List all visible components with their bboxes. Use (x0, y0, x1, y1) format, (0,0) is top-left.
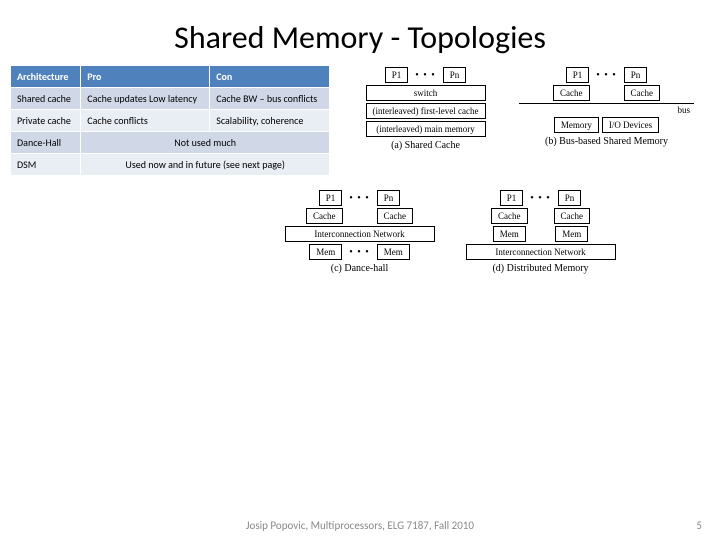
th-architecture: Architecture (11, 66, 81, 88)
table-row: Dance-Hall Not used much (11, 132, 330, 154)
cell-pro: Cache conflicts (81, 110, 210, 132)
cache-box: Cache (491, 208, 528, 224)
mem-box: Mem (309, 244, 342, 260)
proc-box: Pn (377, 190, 401, 206)
proc-box: P1 (566, 67, 590, 83)
table-row: DSM Used now and in future (see next pag… (11, 154, 330, 176)
cell-arch: Dance-Hall (11, 132, 81, 154)
cache-box: (interleaved) first-level cache (366, 103, 486, 119)
proc-box: Pn (443, 67, 467, 83)
cache-box: Cache (624, 85, 661, 101)
cell-con: Cache BW – bus conflicts (210, 88, 330, 110)
memory-box: (interleaved) main memory (366, 121, 486, 137)
diagrams-bottom: P1 • • • Pn Cache Cache Interconnection … (0, 188, 720, 274)
page-number: 5 (696, 519, 702, 532)
table-container: Architecture Pro Con Shared cache Cache … (10, 65, 330, 176)
proc-box: Pn (558, 190, 582, 206)
proc-box: P1 (319, 190, 343, 206)
mem-box: Mem (377, 244, 410, 260)
cache-box: Cache (377, 208, 414, 224)
ellipsis-icon: • • • (345, 247, 374, 258)
diagram-caption: (d) Distributed Memory (453, 263, 628, 274)
cell-merged: Used now and in future (see next page) (81, 154, 330, 176)
proc-box: Pn (624, 67, 648, 83)
architecture-table: Architecture Pro Con Shared cache Cache … (10, 65, 330, 176)
ellipsis-icon: • • • (592, 70, 621, 81)
diagram-dance-hall: P1 • • • Pn Cache Cache Interconnection … (272, 188, 447, 274)
diagrams-top: P1 • • • Pn switch (interleaved) first-l… (330, 65, 710, 176)
cell-pro: Cache updates Low latency (81, 88, 210, 110)
mem-box: Mem (555, 226, 588, 242)
th-con: Con (210, 66, 330, 88)
cell-con: Scalability, coherence (210, 110, 330, 132)
diagram-bus-based: P1 • • • Pn Cache Cache bus Memory I/O D… (519, 65, 694, 151)
ellipsis-icon: • • • (345, 193, 374, 204)
diagram-shared-cache: P1 • • • Pn switch (interleaved) first-l… (338, 65, 513, 151)
th-pro: Pro (81, 66, 210, 88)
cache-box: Cache (306, 208, 343, 224)
content-area: Architecture Pro Con Shared cache Cache … (0, 65, 720, 176)
footer-text: Josip Popovic, Multiprocessors, ELG 7187… (0, 519, 720, 532)
diagram-caption: (c) Dance-hall (272, 263, 447, 274)
slide-title: Shared Memory - Topologies (0, 0, 720, 65)
network-box: Interconnection Network (285, 226, 435, 242)
cache-box: Cache (554, 208, 591, 224)
network-box: Interconnection Network (466, 244, 616, 260)
table-row: Private cache Cache conflicts Scalabilit… (11, 110, 330, 132)
cell-merged: Not used much (81, 132, 330, 154)
diagram-caption: (a) Shared Cache (338, 140, 513, 151)
ellipsis-icon: • • • (411, 70, 440, 81)
cell-arch: Shared cache (11, 88, 81, 110)
diagram-distributed-memory: P1 • • • Pn Cache Mem Cache Mem Intercon… (453, 188, 628, 274)
switch-box: switch (366, 85, 486, 101)
cell-arch: Private cache (11, 110, 81, 132)
io-box: I/O Devices (602, 117, 659, 133)
memory-box: Memory (554, 117, 599, 133)
proc-box: P1 (385, 67, 409, 83)
bus-line (519, 103, 694, 104)
mem-box: Mem (493, 226, 526, 242)
bus-label: bus (519, 105, 694, 115)
proc-box: P1 (500, 190, 524, 206)
cell-arch: DSM (11, 154, 81, 176)
table-row: Shared cache Cache updates Low latency C… (11, 88, 330, 110)
diagram-caption: (b) Bus-based Shared Memory (519, 136, 694, 147)
ellipsis-icon: • • • (526, 193, 555, 204)
table-header-row: Architecture Pro Con (11, 66, 330, 88)
cache-box: Cache (553, 85, 590, 101)
